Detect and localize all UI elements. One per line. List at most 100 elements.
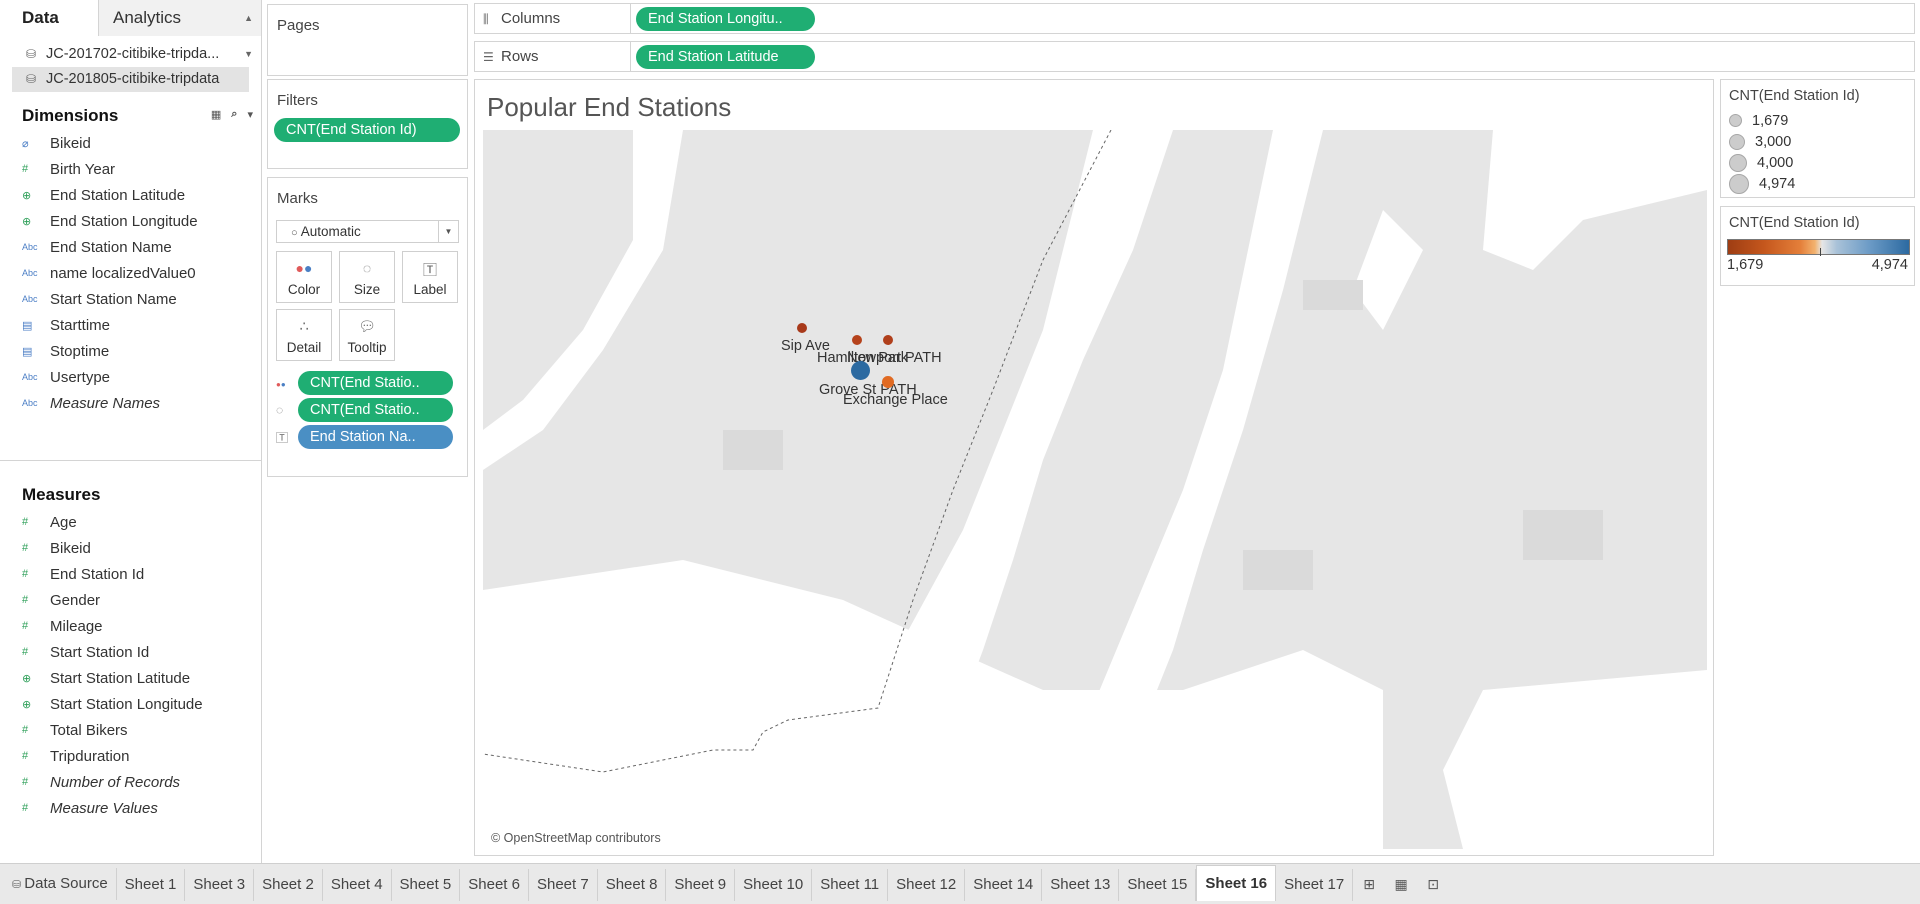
sheet-tab[interactable]: Sheet 5	[392, 868, 461, 901]
dimension-field[interactable]: ⊕ End Station Latitude	[0, 182, 261, 208]
sheet-tab[interactable]: Sheet 14	[965, 868, 1043, 901]
station-mark[interactable]	[882, 376, 894, 388]
mark-type-value: Automatic	[300, 224, 361, 239]
color-encoding-pill[interactable]: CNT(End Statio..	[298, 371, 453, 395]
measure-field[interactable]: # Age	[0, 509, 262, 535]
label-button[interactable]: 🅃 Label	[402, 251, 458, 303]
view-grid-icon[interactable]: ▦	[211, 108, 221, 121]
dimension-field[interactable]: Abc End Station Name	[0, 234, 261, 260]
size-legend-value: 1,679	[1752, 112, 1789, 129]
datasource-item-active[interactable]: ⛁ JC-201805-citibike-tripdata	[12, 67, 249, 92]
station-mark[interactable]	[882, 334, 894, 346]
mark-type-dropdown[interactable]: ○ Automatic ▼	[276, 220, 459, 243]
sheet-tab[interactable]: Sheet 1	[117, 868, 186, 901]
sheet-tab[interactable]: Sheet 9	[666, 868, 736, 901]
dimension-field[interactable]: ▤ Starttime	[0, 312, 261, 338]
sheet-tab[interactable]: Sheet 3	[185, 868, 255, 901]
station-mark[interactable]	[851, 334, 863, 346]
dimension-field[interactable]: Abc name localizedValue0	[0, 260, 261, 286]
abc-type-icon: Abc	[22, 294, 38, 304]
tab-scroll-arrows-icon[interactable]: ▲ ▼	[244, 0, 253, 72]
sheet-tab[interactable]: Sheet 12	[888, 868, 966, 901]
dimension-field-label: Starttime	[50, 316, 111, 334]
measure-field[interactable]: # Gender	[0, 587, 262, 613]
label-encoding-pill[interactable]: End Station Na..	[298, 425, 453, 449]
tab-data-source[interactable]: ⛁ Data Source	[4, 868, 117, 900]
measure-field[interactable]: # Tripduration	[0, 743, 262, 769]
size-encoding-pill[interactable]: CNT(End Statio..	[298, 398, 453, 422]
sheet-tab[interactable]: Sheet 17	[1276, 868, 1354, 901]
dimension-field[interactable]: Abc Usertype	[0, 364, 261, 390]
color-button[interactable]: ●● Color	[276, 251, 332, 303]
encoding-size-row[interactable]: ◌ CNT(End Statio..	[276, 398, 453, 422]
measure-field[interactable]: ⊕ Start Station Longitude	[0, 691, 262, 717]
abc-type-icon: Abc	[22, 242, 38, 252]
sheet-title[interactable]: Popular End Stations	[487, 92, 731, 123]
measure-field[interactable]: # End Station Id	[0, 561, 262, 587]
dimension-field[interactable]: ⊕ End Station Longitude	[0, 208, 261, 234]
dimension-field[interactable]: Abc Measure Names	[0, 390, 261, 416]
divider	[0, 460, 262, 461]
detail-button[interactable]: ∴ Detail	[276, 309, 332, 361]
new-story-icon[interactable]: ⊡	[1417, 876, 1449, 893]
dimension-field[interactable]: Abc Start Station Name	[0, 286, 261, 312]
tab-data[interactable]: Data	[0, 0, 99, 36]
size-legend[interactable]: CNT(End Station Id) 1,679 3,000 4,000 4,…	[1720, 79, 1915, 198]
columns-pill[interactable]: End Station Longitu..	[636, 7, 815, 31]
encoding-color-row[interactable]: ●● CNT(End Statio..	[276, 371, 453, 395]
sheet-tab[interactable]: Sheet 2	[254, 868, 323, 901]
search-icon[interactable]: ⌕	[231, 108, 237, 121]
tooltip-button[interactable]: 💬︎ Tooltip	[339, 309, 395, 361]
color-legend[interactable]: CNT(End Station Id) 1,679 4,974	[1720, 206, 1915, 286]
detail-dots-icon: ∴	[299, 318, 309, 334]
sheet-tab[interactable]: Sheet 6	[460, 868, 529, 901]
filter-pill[interactable]: CNT(End Station Id)	[274, 118, 460, 142]
measure-field[interactable]: ⊕ Start Station Latitude	[0, 665, 262, 691]
gradient-labels: 1,679 4,974	[1721, 255, 1914, 273]
measure-field-label: Gender	[50, 591, 101, 609]
color-gradient-bar	[1727, 239, 1910, 256]
data-pane: Data Analytics ▲ ▼ ⛁ JC-201702-citibike-t…	[0, 0, 262, 863]
num-type-icon: #	[22, 620, 29, 632]
measure-field[interactable]: # Start Station Id	[0, 639, 262, 665]
sheet-tab[interactable]: Sheet 16	[1196, 864, 1277, 901]
sheet-tab[interactable]: Sheet 15	[1119, 868, 1197, 901]
station-mark[interactable]	[796, 322, 808, 334]
filters-card[interactable]: Filters CNT(End Station Id)	[267, 79, 468, 169]
measure-field[interactable]: # Bikeid	[0, 535, 262, 561]
dimension-field[interactable]: ⌀ Bikeid	[0, 130, 261, 156]
measure-field[interactable]: # Total Bikers	[0, 717, 262, 743]
measure-field[interactable]: # Number of Records	[0, 769, 262, 795]
station-mark[interactable]	[850, 360, 870, 380]
sheet-tab[interactable]: Sheet 8	[598, 868, 667, 901]
new-worksheet-icon[interactable]: ⊞	[1353, 876, 1385, 893]
rows-shelf[interactable]: ☰ Rows End Station Latitude	[474, 41, 1915, 72]
measure-field[interactable]: # Mileage	[0, 613, 262, 639]
datasource-label: JC-201702-citibike-tripda...	[46, 46, 220, 62]
tab-analytics[interactable]: Analytics ▲ ▼	[99, 0, 261, 59]
measure-field[interactable]: # Measure Values	[0, 795, 262, 821]
datasource-item[interactable]: ⛁ JC-201702-citibike-tripda...	[12, 42, 249, 67]
sheet-tab[interactable]: Sheet 10	[735, 868, 813, 901]
database-icon: ⛁	[12, 879, 25, 891]
rows-pill[interactable]: End Station Latitude	[636, 45, 815, 69]
size-legend-item: 1,679	[1721, 110, 1914, 131]
sheet-tab[interactable]: Sheet 13	[1042, 868, 1120, 901]
dropdown-caret-icon[interactable]: ▾	[247, 108, 253, 121]
map[interactable]: Sip Ave Hamilton Park Newport PATH Grove St…	[482, 129, 1707, 849]
sheet-tab[interactable]: Sheet 11	[812, 868, 889, 901]
columns-shelf[interactable]: ⫼ Columns End Station Longitu..	[474, 3, 1915, 34]
pages-card[interactable]: Pages	[267, 4, 468, 76]
size-legend-value: 4,000	[1757, 154, 1794, 171]
dimension-field-label: Bikeid	[50, 134, 91, 152]
sheet-tab[interactable]: Sheet 7	[529, 868, 598, 901]
encoding-label-row[interactable]: 🅃 End Station Na..	[276, 425, 453, 449]
size-button[interactable]: ◌ Size	[339, 251, 395, 303]
dimension-field[interactable]: # Birth Year	[0, 156, 261, 182]
num-type-icon: #	[22, 776, 29, 788]
sheet-tab[interactable]: Sheet 4	[323, 868, 392, 901]
map-attribution[interactable]: © OpenStreetMap contributors	[488, 831, 664, 845]
chevron-down-icon[interactable]: ▼	[438, 221, 458, 242]
new-dashboard-icon[interactable]: ▦	[1385, 876, 1417, 893]
dimension-field[interactable]: ▤ Stoptime	[0, 338, 261, 364]
